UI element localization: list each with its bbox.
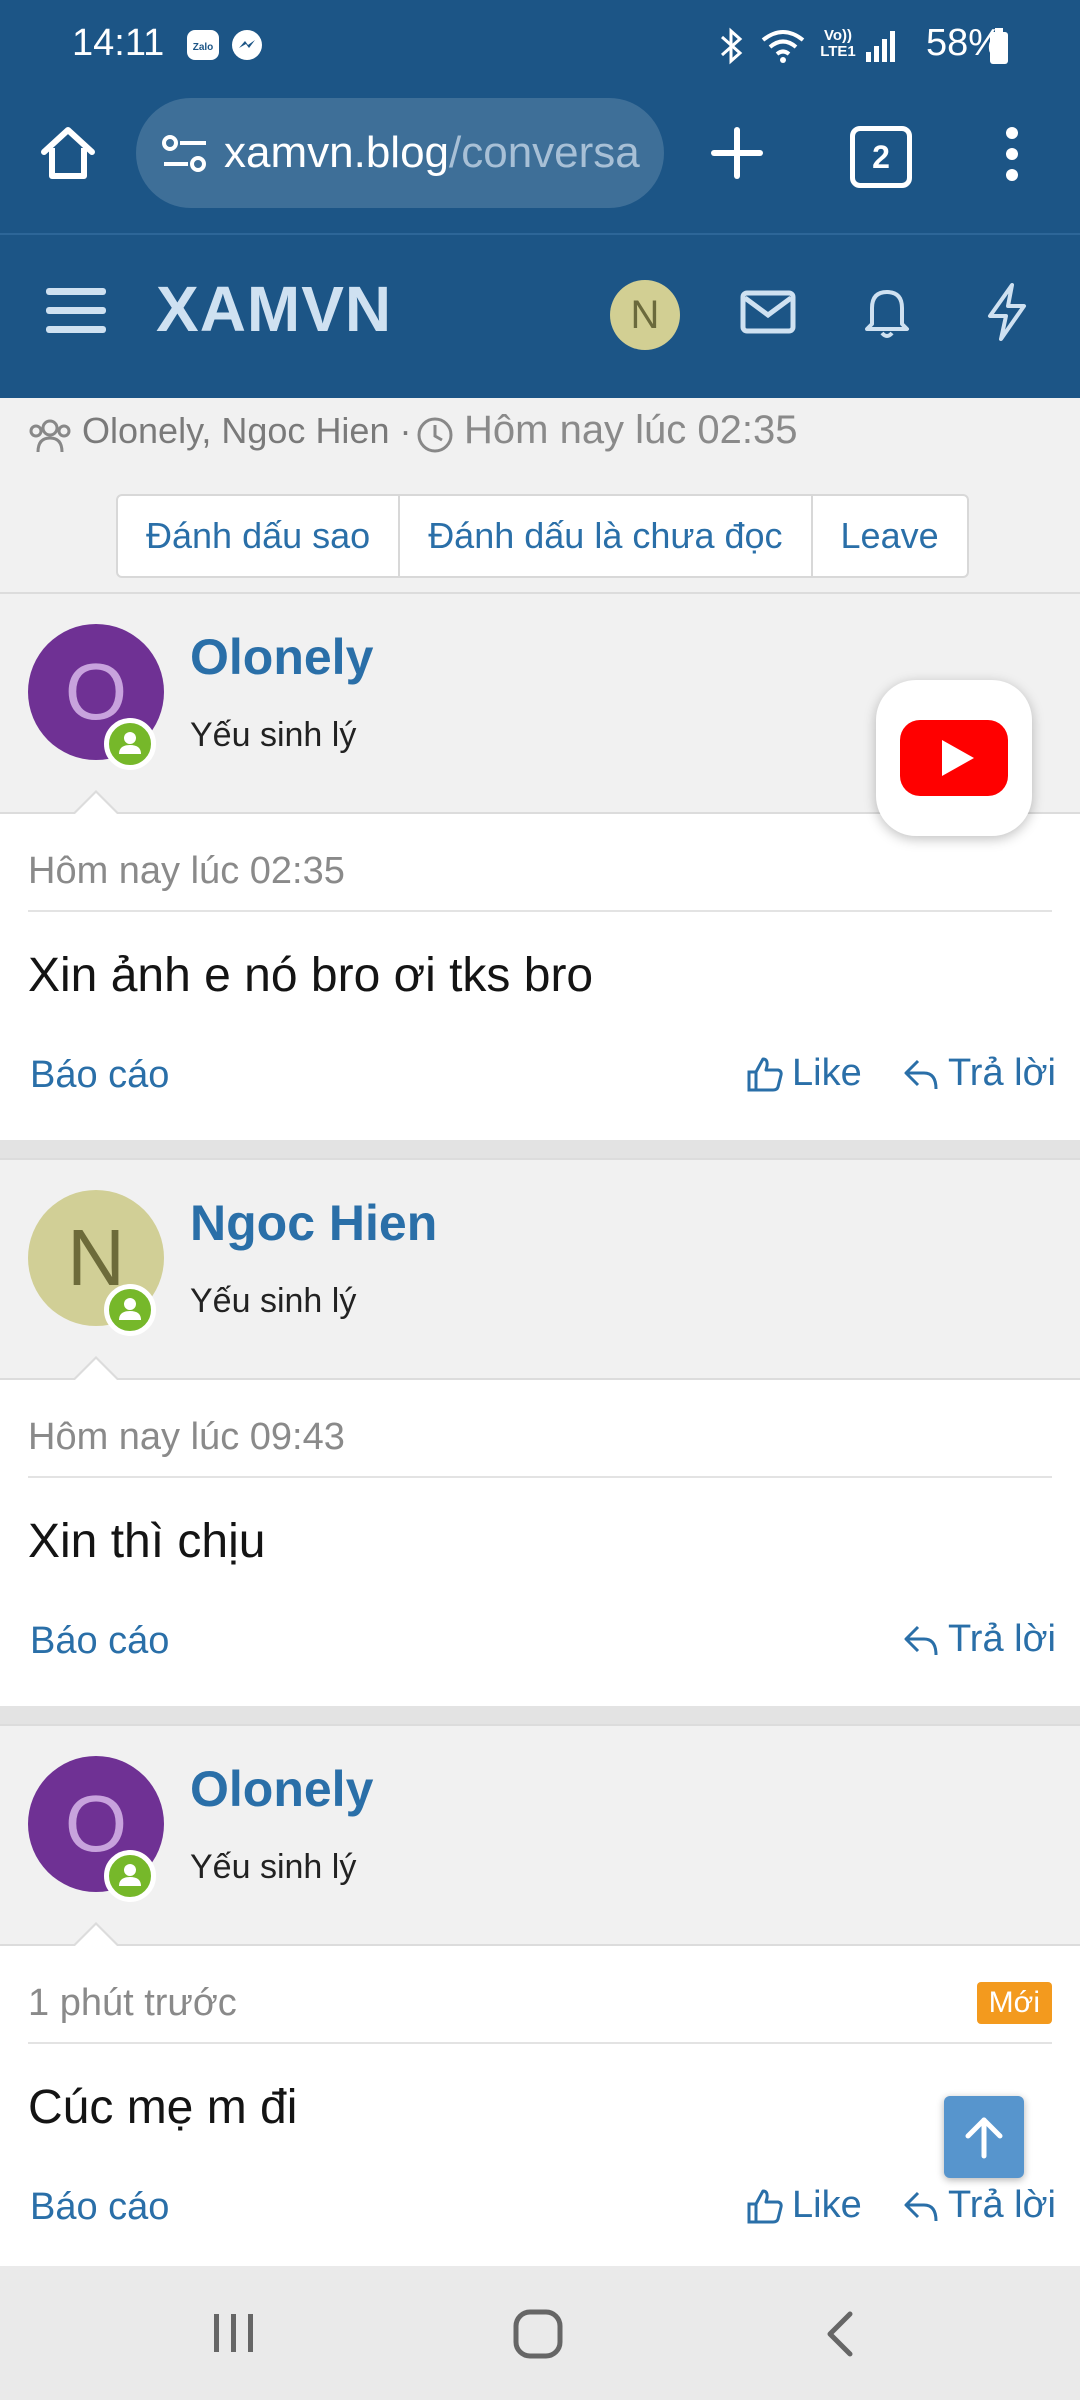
tab-switcher-button[interactable]: 2 bbox=[850, 126, 912, 188]
system-navigation-bar bbox=[0, 2266, 1080, 2400]
like-label: Like bbox=[792, 2184, 862, 2226]
online-status-icon bbox=[104, 1284, 156, 1336]
online-status-icon bbox=[104, 1850, 156, 1902]
user-title: Yếu sinh lý bbox=[190, 716, 357, 754]
conversation-start-label: Hôm nay lúc 02:35 bbox=[464, 408, 798, 452]
message-text: Xin ảnh e nó bro ơi tks bro bbox=[28, 949, 594, 1002]
url-text[interactable]: xamvn.blog/conversa bbox=[224, 128, 640, 178]
message-body: 1 phút trước Mới Cúc mẹ m đi Báo cáo Lik… bbox=[0, 1922, 1080, 2268]
conversation-start-time: Hôm nay lúc 02:35 bbox=[464, 408, 798, 453]
reply-icon bbox=[902, 2187, 940, 2225]
like-button[interactable]: Like bbox=[746, 1052, 862, 1095]
message-author[interactable]: Olonely bbox=[190, 1760, 373, 1818]
scroll-to-top-button[interactable] bbox=[944, 2096, 1024, 2178]
star-conversation-button[interactable]: Đánh dấu sao bbox=[118, 496, 401, 576]
reply-button[interactable]: Trả lời bbox=[902, 2184, 1056, 2227]
zalo-icon: Zalo bbox=[186, 28, 220, 62]
participants-icon bbox=[28, 418, 72, 454]
bluetooth-icon bbox=[716, 26, 746, 66]
user-title: Yếu sinh lý bbox=[190, 1848, 357, 1886]
home-icon[interactable] bbox=[36, 122, 100, 186]
like-label: Like bbox=[792, 1052, 862, 1094]
conversation-actions: Đánh dấu sao Đánh dấu là chưa đọc Leave bbox=[116, 494, 969, 578]
message-time[interactable]: Hôm nay lúc 02:35 bbox=[28, 850, 345, 893]
site-settings-icon[interactable] bbox=[162, 134, 208, 174]
youtube-icon bbox=[898, 718, 1010, 798]
more-menu-icon[interactable] bbox=[1000, 126, 1024, 182]
like-button[interactable]: Like bbox=[746, 2184, 862, 2227]
message-separator bbox=[0, 1140, 1080, 1158]
youtube-floating-button[interactable] bbox=[876, 680, 1032, 836]
leave-conversation-button[interactable]: Leave bbox=[813, 496, 967, 576]
message-body: Hôm nay lúc 02:35 Xin ảnh e nó bro ơi tk… bbox=[0, 790, 1080, 1142]
url-host: xamvn.blog bbox=[224, 128, 450, 177]
message-time[interactable]: 1 phút trước bbox=[28, 1982, 237, 2025]
report-link[interactable]: Báo cáo bbox=[30, 1620, 169, 1663]
new-badge: Mới bbox=[976, 1982, 1052, 2024]
reply-button[interactable]: Trả lời bbox=[902, 1052, 1056, 1095]
recent-apps-icon[interactable] bbox=[210, 2310, 258, 2356]
home-nav-icon[interactable] bbox=[512, 2308, 564, 2360]
new-tab-icon[interactable] bbox=[708, 124, 766, 182]
status-time: 14:11 bbox=[72, 22, 165, 64]
message-author[interactable]: Olonely bbox=[190, 628, 373, 686]
browser-header: 14:11 Zalo Vo)) LTE1 58% xamvn.blog/conv… bbox=[0, 0, 1080, 398]
arrow-up-icon bbox=[962, 2114, 1006, 2160]
battery-icon bbox=[988, 26, 1010, 66]
back-nav-icon[interactable] bbox=[820, 2310, 860, 2358]
thumbs-up-icon bbox=[746, 2187, 784, 2225]
header-divider bbox=[0, 233, 1080, 235]
whats-new-bolt-icon[interactable] bbox=[984, 282, 1030, 342]
signal-icon bbox=[864, 28, 898, 64]
reply-icon bbox=[902, 1621, 940, 1659]
message-text: Cúc mẹ m đi bbox=[28, 2081, 298, 2134]
mark-unread-button[interactable]: Đánh dấu là chưa đọc bbox=[400, 496, 813, 576]
report-link[interactable]: Báo cáo bbox=[30, 1054, 169, 1097]
site-logo[interactable]: XAMVN bbox=[156, 272, 392, 346]
message-time[interactable]: Hôm nay lúc 09:43 bbox=[28, 1416, 345, 1459]
message-pointer bbox=[72, 790, 120, 815]
message-pointer bbox=[72, 1356, 120, 1381]
divider bbox=[28, 1476, 1052, 1478]
hamburger-menu-icon[interactable] bbox=[44, 286, 108, 336]
message-pointer bbox=[72, 1922, 120, 1947]
reply-icon bbox=[902, 1055, 940, 1093]
reply-button[interactable]: Trả lời bbox=[902, 1618, 1056, 1661]
reply-label: Trả lời bbox=[948, 2184, 1056, 2226]
divider bbox=[28, 910, 1052, 912]
zalo-icon-label: Zalo bbox=[193, 42, 214, 53]
online-status-icon bbox=[104, 718, 156, 770]
message-separator bbox=[0, 1706, 1080, 1724]
wifi-icon bbox=[760, 26, 806, 66]
bell-icon[interactable] bbox=[862, 284, 912, 340]
report-link[interactable]: Báo cáo bbox=[30, 2186, 169, 2229]
account-avatar[interactable]: N bbox=[610, 280, 680, 350]
url-path: /conversa bbox=[449, 128, 640, 177]
message-header: O Olonely Yếu sinh lý bbox=[0, 1724, 1080, 1944]
participants-list: Olonely, Ngoc Hien · bbox=[82, 410, 412, 451]
message-body: Hôm nay lúc 09:43 Xin thì chịu Báo cáo T… bbox=[0, 1356, 1080, 1708]
clock-icon bbox=[416, 416, 454, 454]
divider bbox=[28, 2042, 1052, 2044]
reply-label: Trả lời bbox=[948, 1618, 1056, 1660]
reply-label: Trả lời bbox=[948, 1052, 1056, 1094]
inbox-icon[interactable] bbox=[740, 290, 796, 334]
conversation-meta: Olonely, Ngoc Hien · bbox=[82, 410, 411, 452]
volte-icon: Vo)) LTE1 bbox=[820, 27, 856, 60]
messenger-icon bbox=[230, 28, 264, 62]
thumbs-up-icon bbox=[746, 1055, 784, 1093]
url-bar[interactable]: xamvn.blog/conversa bbox=[136, 98, 664, 208]
message-text: Xin thì chịu bbox=[28, 1515, 266, 1568]
message-author[interactable]: Ngoc Hien bbox=[190, 1194, 437, 1252]
message-header: N Ngoc Hien Yếu sinh lý bbox=[0, 1158, 1080, 1378]
user-title: Yếu sinh lý bbox=[190, 1282, 357, 1320]
